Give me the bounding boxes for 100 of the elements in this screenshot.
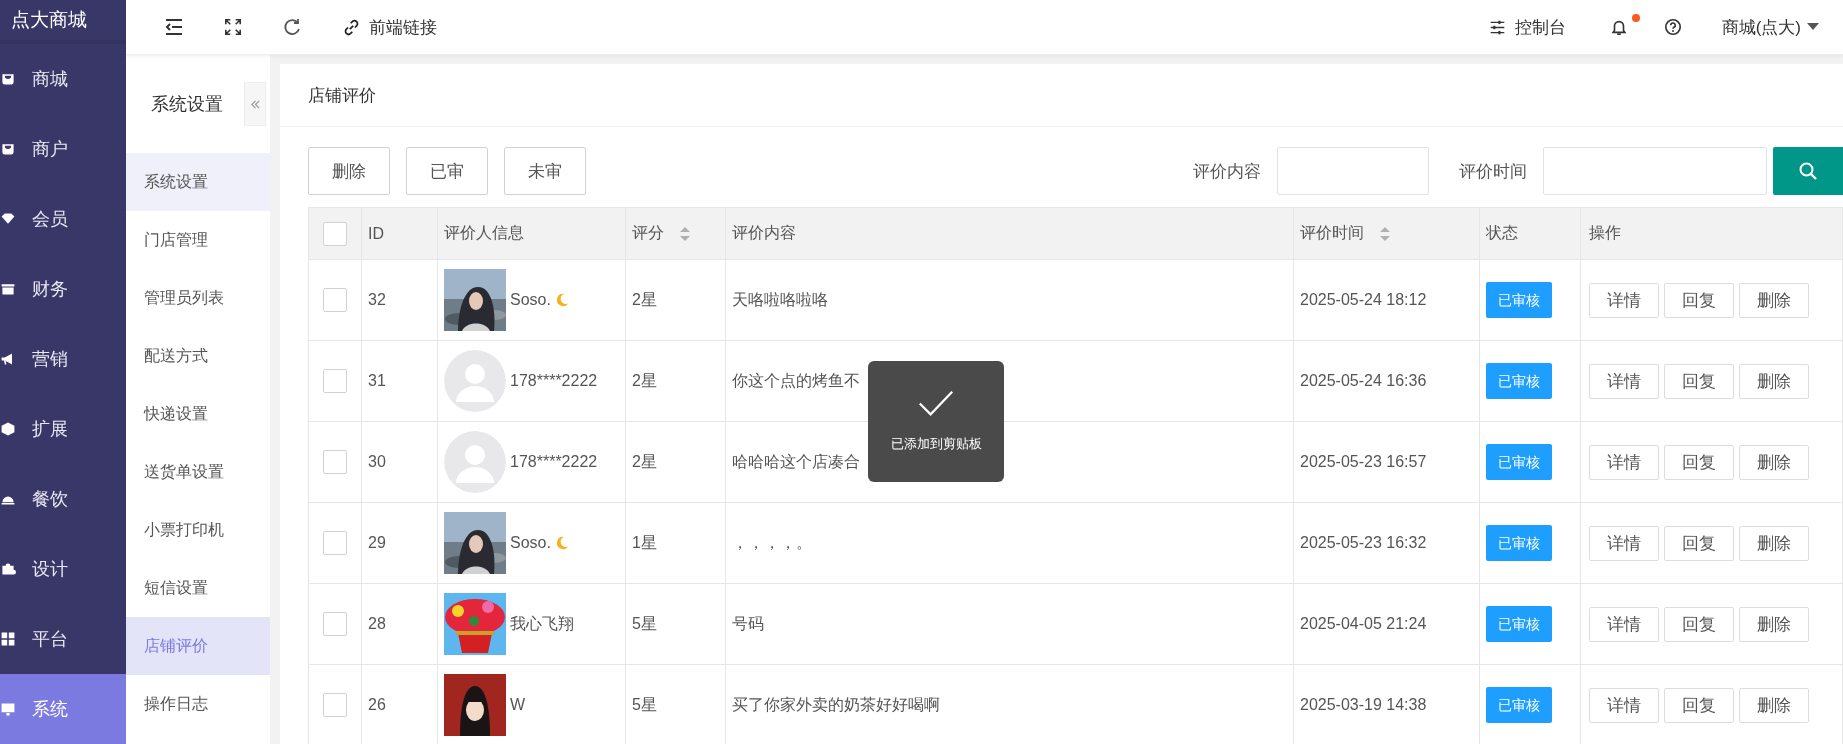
table-cell: 32 (368, 291, 386, 309)
filter-input[interactable] (1543, 147, 1767, 195)
row-checkbox[interactable] (323, 450, 347, 474)
action-button[interactable]: 删除 (1739, 363, 1809, 399)
row-checkbox[interactable] (323, 693, 347, 717)
table-cell: 30 (368, 453, 386, 471)
submenu-item[interactable]: 小票打印机 (126, 501, 270, 559)
menu-fold-icon[interactable] (164, 17, 184, 37)
filter-input[interactable] (1277, 147, 1429, 195)
filter-label: 评价内容 (1193, 160, 1261, 183)
submenu-item[interactable]: 操作日志 (126, 675, 270, 733)
submenu-item[interactable]: 配送方式 (126, 327, 270, 385)
table-cell: 31 (368, 372, 386, 390)
row-checkbox[interactable] (323, 612, 347, 636)
status-badge: 已审核 (1486, 606, 1552, 642)
filter-button[interactable]: 未审 (504, 147, 586, 195)
table-cell: 2025-03-19 14:38 (1300, 696, 1427, 714)
reviewer-name: Soso. (510, 291, 551, 309)
select-all-checkbox[interactable] (323, 221, 347, 246)
sidebar-item[interactable]: 会员 (0, 184, 126, 254)
status-badge: 已审核 (1486, 444, 1552, 480)
action-button[interactable]: 删除 (1739, 282, 1809, 318)
sidebar-item[interactable]: 商户 (0, 114, 126, 184)
row-checkbox[interactable] (323, 288, 347, 312)
sliders-icon (1488, 18, 1506, 36)
sidebar-item[interactable]: 系统 (0, 674, 126, 744)
reviewer-name: 178****2222 (510, 372, 598, 390)
action-button[interactable]: 详情 (1589, 687, 1659, 723)
status-badge: 已审核 (1486, 282, 1552, 318)
column-header: 评分 (632, 223, 664, 243)
collapse-button[interactable] (244, 82, 266, 126)
sort-icon[interactable] (680, 226, 690, 241)
console-link[interactable]: 控制台 (1488, 15, 1566, 39)
action-button[interactable]: 详情 (1589, 525, 1659, 561)
caret-icon (1807, 23, 1819, 31)
sidebar-item[interactable]: 财务 (0, 254, 126, 324)
action-button[interactable]: 回复 (1664, 444, 1734, 480)
filter-label: 评价时间 (1459, 160, 1527, 183)
table-cell: 2025-05-24 16:36 (1300, 372, 1427, 390)
sidebar-item[interactable]: 营销 (0, 324, 126, 394)
action-button[interactable]: 详情 (1589, 363, 1659, 399)
action-button[interactable]: 回复 (1664, 363, 1734, 399)
submenu-title: 系统设置 (151, 93, 223, 116)
menu-icon (0, 631, 16, 647)
search-button[interactable] (1773, 147, 1843, 195)
submenu-item[interactable]: 送货单设置 (126, 443, 270, 501)
row-checkbox[interactable] (323, 369, 347, 393)
sidebar-item[interactable]: 设计 (0, 534, 126, 604)
table-cell: 26 (368, 696, 386, 714)
table-cell: 28 (368, 615, 386, 633)
table-cell: 29 (368, 534, 386, 552)
action-button[interactable]: 回复 (1664, 282, 1734, 318)
sidebar-item[interactable]: 餐饮 (0, 464, 126, 534)
table-cell-text: 2星 (632, 289, 657, 310)
link-icon (343, 18, 360, 36)
action-button[interactable]: 详情 (1589, 444, 1659, 480)
sidebar-item[interactable]: 商城 (0, 44, 126, 114)
submenu-item[interactable]: 系统设置 (126, 153, 270, 211)
submenu-item[interactable]: 管理员列表 (126, 269, 270, 327)
action-button[interactable]: 删除 (1739, 606, 1809, 642)
action-button[interactable]: 详情 (1589, 606, 1659, 642)
fullscreen-icon[interactable] (224, 18, 242, 36)
action-button[interactable]: 删除 (1739, 525, 1809, 561)
sidebar-item[interactable]: 平台 (0, 604, 126, 674)
action-button[interactable]: 回复 (1664, 687, 1734, 723)
table-cell: 2025-04-05 21:24 (1300, 615, 1427, 633)
moon-icon (554, 293, 569, 307)
filter-button[interactable]: 已审 (406, 147, 488, 195)
table-cell-text: 你这个点的烤鱼不 (732, 370, 860, 391)
column-header: 评价人信息 (444, 223, 524, 243)
reviewer-name: 178****2222 (510, 453, 598, 471)
user-menu[interactable]: 商城(点大) (1721, 15, 1819, 39)
sidebar-item[interactable]: 扩展 (0, 394, 126, 464)
table-cell-text: 2星 (632, 370, 657, 391)
submenu-item[interactable]: 门店管理 (126, 211, 270, 269)
table-cell-text: 5星 (632, 694, 657, 715)
submenu-item[interactable]: 快递设置 (126, 385, 270, 443)
action-button[interactable]: 删除 (1739, 444, 1809, 480)
filter-button[interactable]: 删除 (308, 147, 390, 195)
frontend-link[interactable]: 前端链接 (343, 15, 437, 39)
submenu-item[interactable]: 短信设置 (126, 559, 270, 617)
table-cell-text: 5星 (632, 613, 657, 634)
column-header: 操作 (1589, 223, 1621, 243)
menu-icon (0, 701, 16, 717)
row-checkbox[interactable] (323, 531, 347, 555)
check-icon (918, 390, 954, 417)
action-button[interactable]: 详情 (1589, 282, 1659, 318)
table-cell-text: 天咯啦咯啦咯 (732, 289, 828, 310)
menu-icon (0, 281, 16, 297)
table-cell: 2025-05-24 18:12 (1300, 291, 1427, 309)
action-button[interactable]: 删除 (1739, 687, 1809, 723)
action-button[interactable]: 回复 (1664, 525, 1734, 561)
toast-message: 已添加到剪贴板 (890, 435, 982, 453)
sort-icon[interactable] (1380, 226, 1390, 241)
action-button[interactable]: 回复 (1664, 606, 1734, 642)
table-cell-text: 买了你家外卖的奶茶好好喝啊 (732, 694, 940, 715)
help-icon[interactable] (1663, 18, 1682, 36)
refresh-icon[interactable] (282, 17, 302, 37)
column-header: 评价时间 (1300, 223, 1364, 243)
status-badge: 已审核 (1486, 525, 1552, 561)
